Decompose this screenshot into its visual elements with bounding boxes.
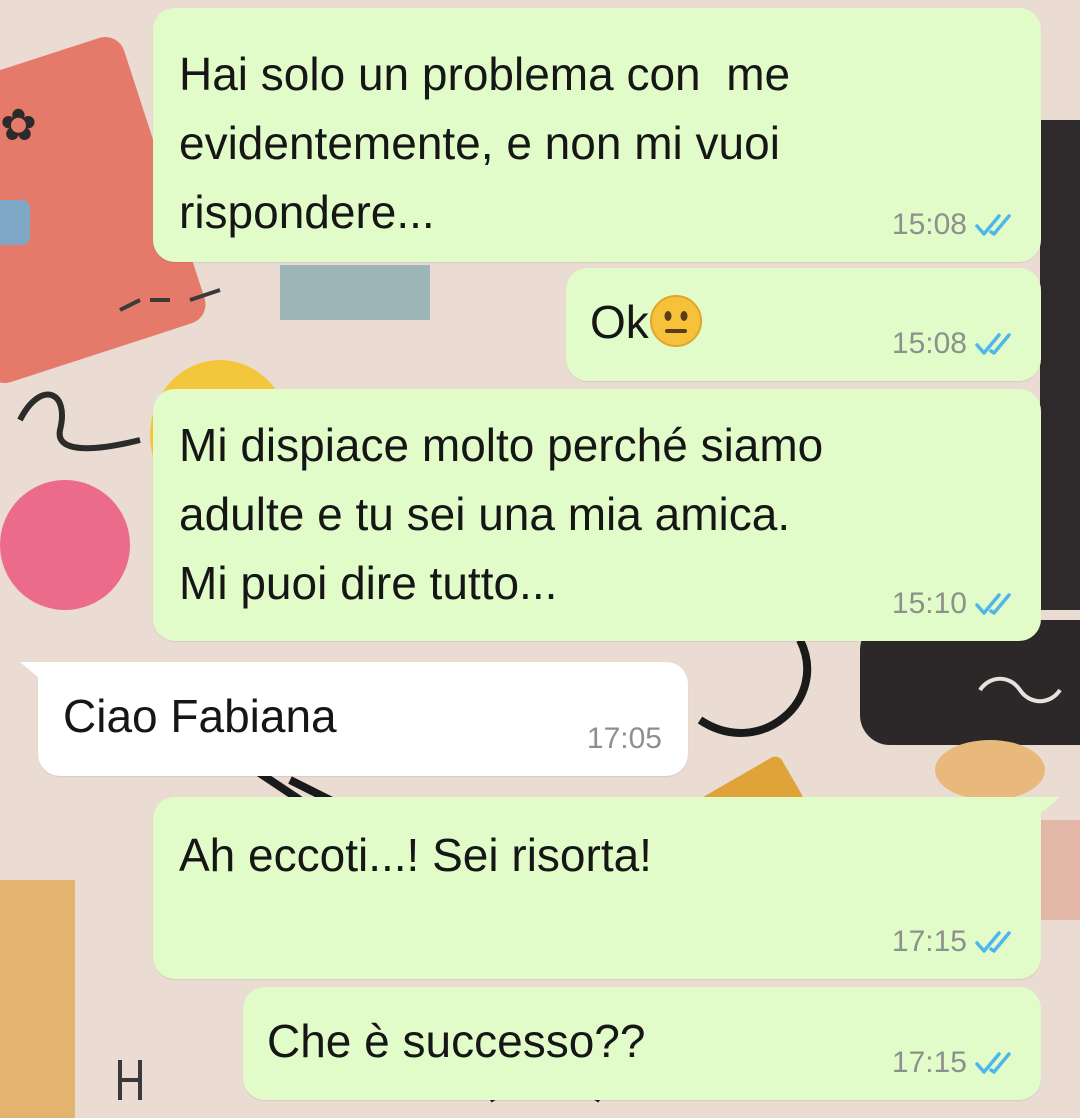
message-time: 17:05 (586, 722, 662, 755)
message-body: Ciao Fabiana (63, 690, 337, 742)
message-meta: 17:15 (892, 925, 1017, 959)
outgoing-message[interactable]: Ah eccoti...! Sei risorta! 17:15 (153, 797, 1041, 979)
double-check-icon (975, 591, 1017, 617)
message-line: Mi puoi dire tutto... (179, 557, 558, 609)
double-check-icon (975, 212, 1017, 238)
message-text: Ah eccoti...! Sei risorta! (179, 821, 652, 890)
neutral-face-emoji-icon (649, 295, 702, 347)
double-check-icon (975, 331, 1017, 357)
outgoing-message[interactable]: Ok 15:08 (566, 268, 1041, 381)
message-text: Mi dispiace molto perché siamo adulte e … (179, 411, 823, 618)
message-body: Ok (590, 296, 649, 348)
message-body: Che è successo?? (267, 1015, 646, 1067)
message-line: adulte e tu sei una mia amica. (179, 488, 791, 540)
message-meta: 17:15 (892, 1046, 1017, 1080)
outgoing-message[interactable]: Hai solo un problema con me evidentement… (153, 8, 1041, 262)
message-line: rispondere... (179, 186, 435, 238)
message-time: 15:10 (891, 587, 967, 620)
message-line: evidentemente, e non mi vuoi (179, 117, 780, 169)
message-body: Ah eccoti...! Sei risorta! (179, 829, 652, 881)
message-line: Hai solo un problema con me (179, 48, 791, 100)
double-check-icon (975, 929, 1017, 955)
message-text: Ciao Fabiana (63, 682, 337, 751)
double-check-icon (975, 1050, 1017, 1076)
incoming-message[interactable]: Ciao Fabiana 17:05 (38, 662, 688, 776)
message-meta: 15:08 (892, 327, 1017, 361)
message-meta: 15:08 (892, 208, 1017, 242)
message-time: 17:15 (891, 925, 967, 958)
message-line: Mi dispiace molto perché siamo (179, 419, 824, 471)
message-meta: 17:05 (587, 722, 662, 756)
message-text: Hai solo un problema con me evidentement… (179, 40, 790, 247)
message-time: 17:15 (891, 1046, 967, 1079)
message-time: 15:08 (891, 208, 967, 241)
message-text: Ok (590, 288, 703, 357)
outgoing-message[interactable]: Che è successo?? 17:15 (243, 987, 1041, 1100)
outgoing-message[interactable]: Mi dispiace molto perché siamo adulte e … (153, 389, 1041, 641)
message-text: Che è successo?? (267, 1007, 645, 1076)
message-time: 15:08 (891, 327, 967, 360)
message-meta: 15:10 (892, 587, 1017, 621)
